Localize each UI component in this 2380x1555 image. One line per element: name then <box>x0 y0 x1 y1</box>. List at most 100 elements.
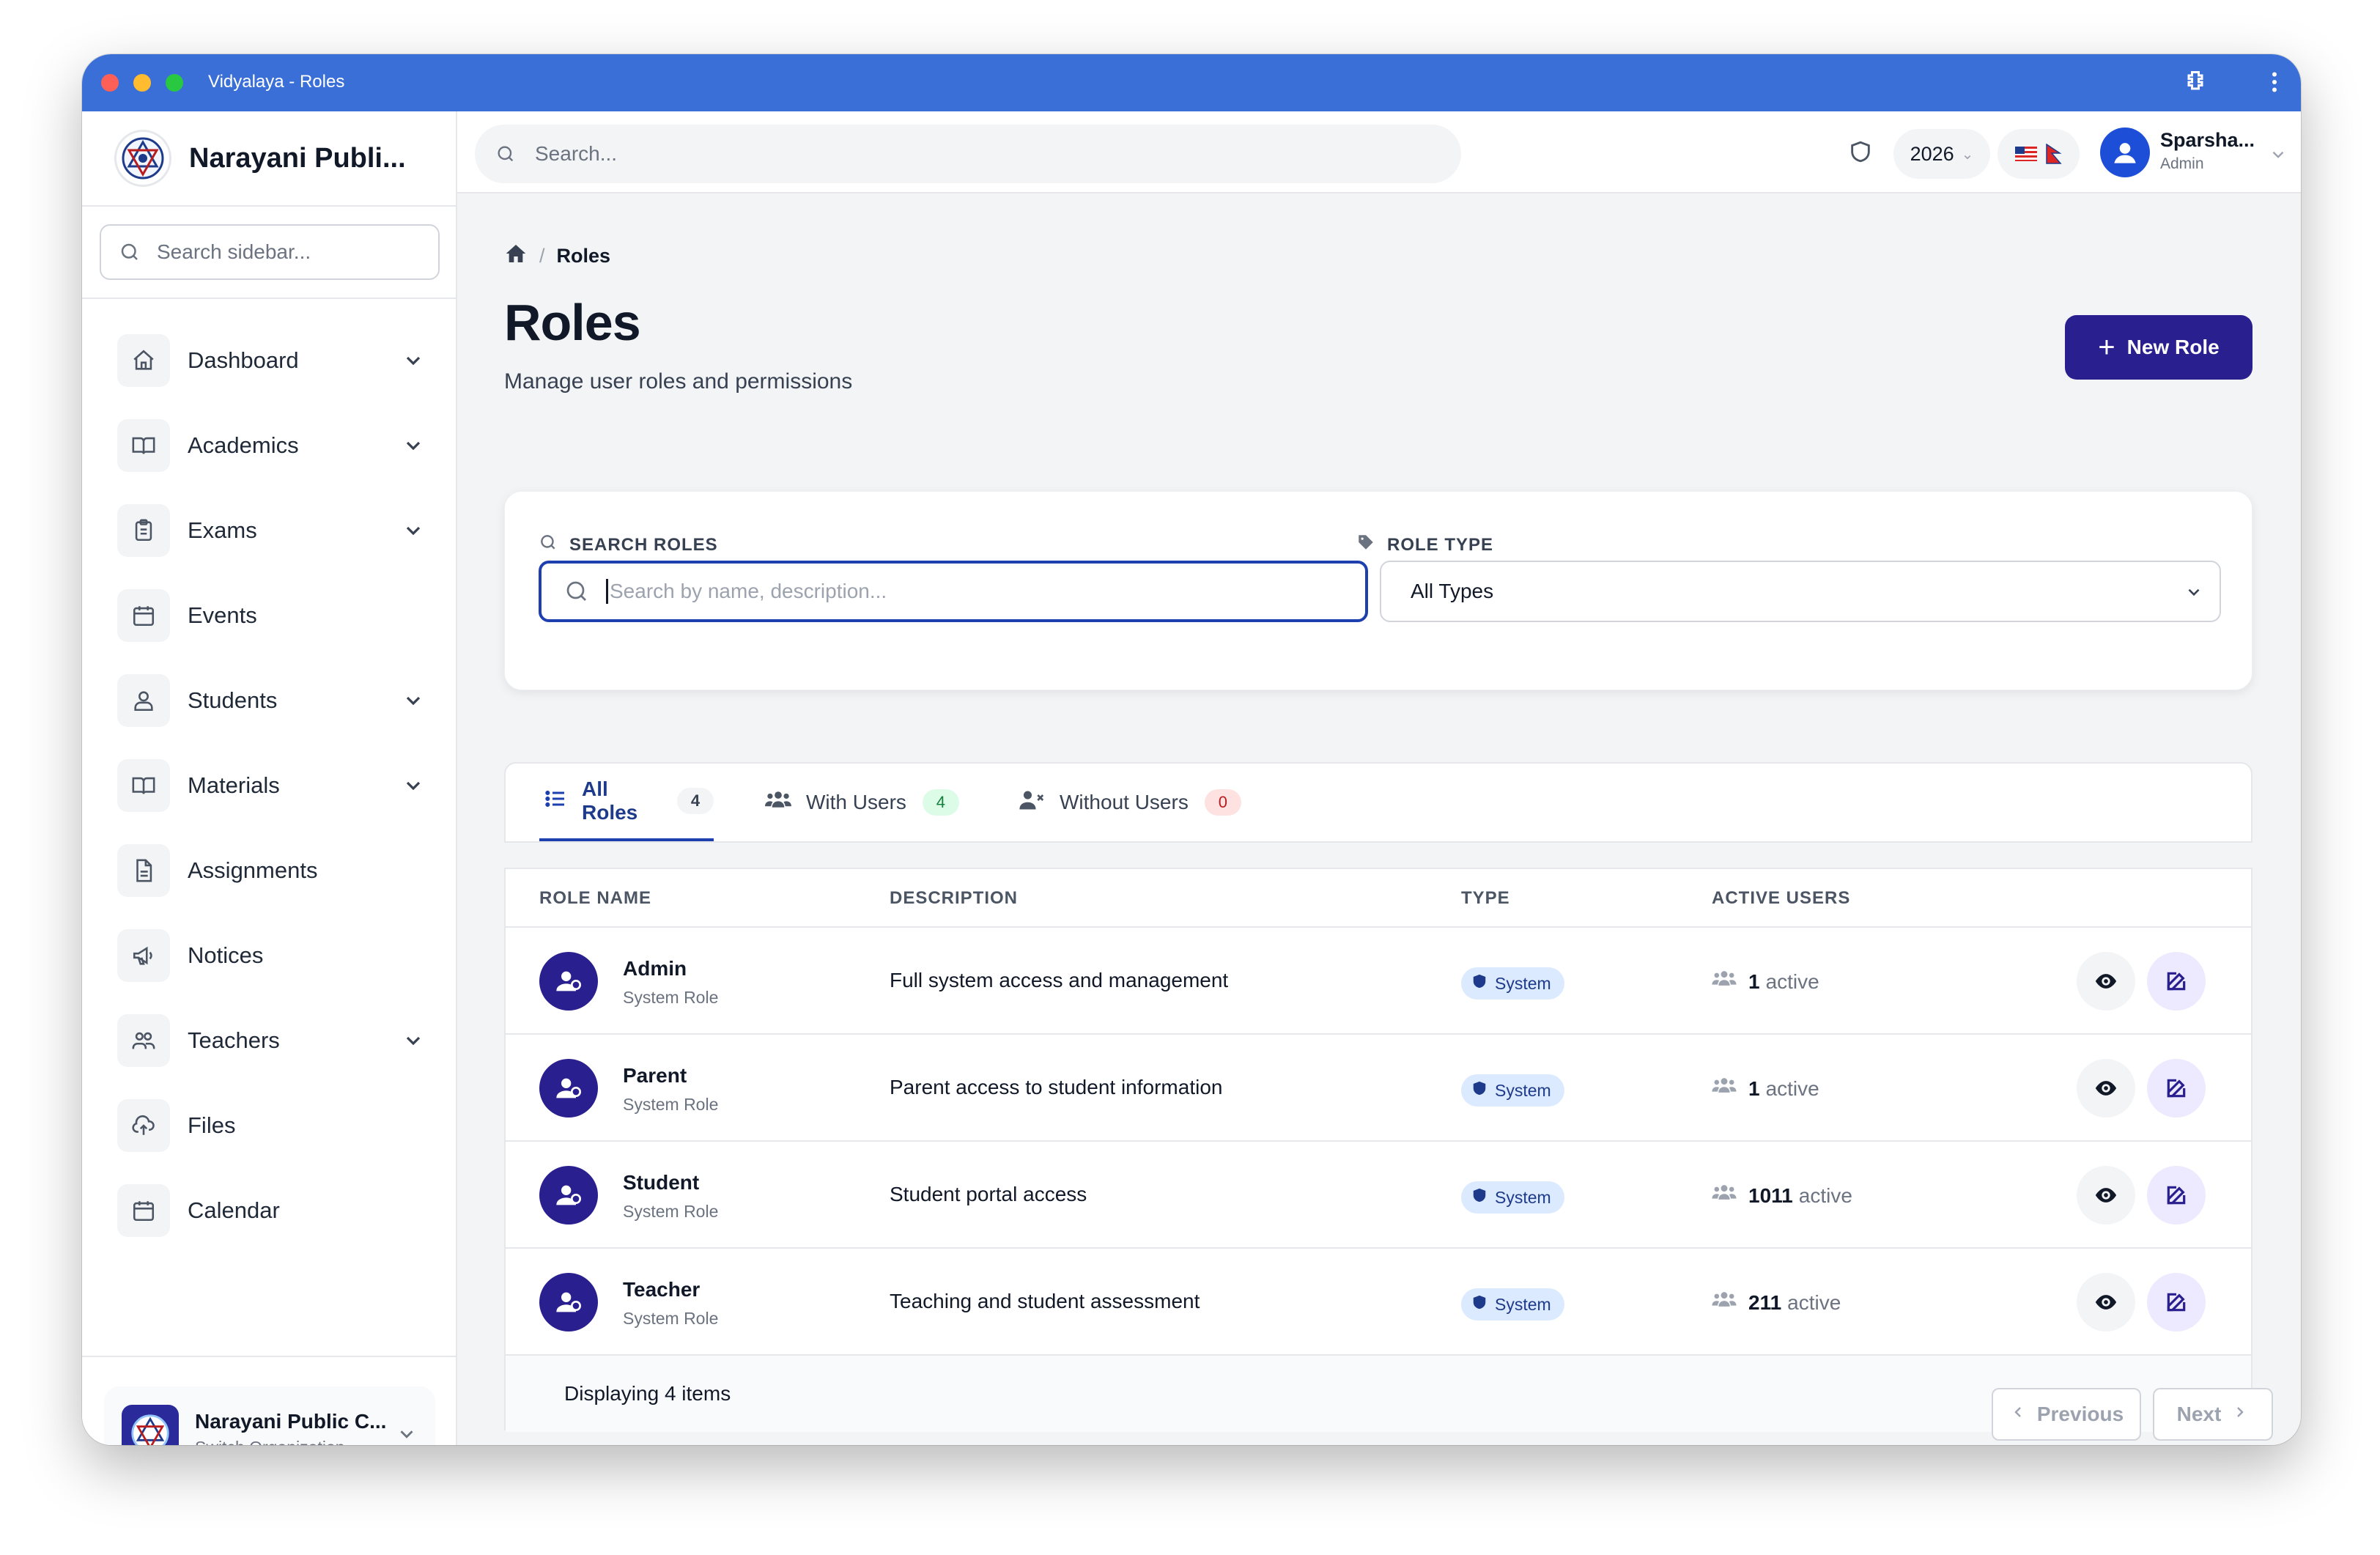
sidebar-item-exams[interactable]: Exams <box>117 501 425 560</box>
edit-role-button[interactable] <box>2147 952 2206 1011</box>
view-role-button[interactable] <box>2077 1273 2135 1331</box>
tab-without-users[interactable]: Without Users 0 <box>1019 764 1241 841</box>
us-flag-icon[interactable] <box>2015 147 2037 161</box>
sidebar-item-students[interactable]: Students <box>117 671 425 730</box>
role-name: Student <box>623 1171 700 1194</box>
table-row[interactable]: Teacher System Role Teaching and student… <box>506 1249 2251 1356</box>
user-role: Admin <box>2160 155 2204 172</box>
sidebar-item-label: Dashboard <box>188 347 299 373</box>
switch-organization-button[interactable]: Narayani Public C... Switch Organization <box>104 1386 435 1445</box>
global-search-input[interactable]: Search... <box>475 125 1461 183</box>
home-icon[interactable] <box>504 242 528 270</box>
next-page-button[interactable]: Next <box>2153 1388 2273 1441</box>
edit-role-button[interactable] <box>2147 1166 2206 1225</box>
role-avatar-icon <box>539 952 598 1011</box>
organization-name: Narayani Publi... <box>189 142 406 174</box>
active-users: 1011 active <box>1712 1183 1852 1208</box>
new-role-button[interactable]: + New Role <box>2065 315 2252 380</box>
table-row[interactable]: Parent System Role Parent access to stud… <box>506 1035 2251 1142</box>
role-subtitle: System Role <box>623 988 719 1007</box>
sidebar-item-label: Files <box>188 1112 236 1138</box>
edit-icon <box>2167 1186 2186 1205</box>
cloud-upload-icon <box>117 1099 170 1152</box>
eye-icon <box>2095 1081 2117 1096</box>
users-icon <box>765 788 791 817</box>
view-role-button[interactable] <box>2077 1059 2135 1118</box>
shield-icon <box>1471 1294 1488 1315</box>
role-tabs: All Roles 4 With Users 4 Without Users 0 <box>504 762 2252 843</box>
close-window-button[interactable] <box>101 74 119 92</box>
book-icon <box>117 759 170 812</box>
tab-count-badge: 4 <box>677 788 714 814</box>
type-badge: System <box>1461 1074 1564 1107</box>
tab-label: Without Users <box>1060 791 1189 813</box>
column-header-role-name[interactable]: ROLE NAME <box>539 888 651 909</box>
tab-all-roles[interactable]: All Roles 4 <box>539 764 714 841</box>
extension-icon[interactable] <box>2182 69 2209 99</box>
maximize-window-button[interactable] <box>166 74 183 92</box>
user-name[interactable]: Sparsha... <box>2160 129 2255 152</box>
search-icon <box>566 581 586 601</box>
divider <box>82 205 456 207</box>
role-avatar-icon <box>539 1273 598 1331</box>
view-role-button[interactable] <box>2077 1166 2135 1225</box>
column-header-active-users[interactable]: ACTIVE USERS <box>1712 888 1850 909</box>
sidebar-item-label: Students <box>188 687 278 713</box>
sidebar-item-assignments[interactable]: Assignments <box>117 841 425 900</box>
previous-page-button[interactable]: Previous <box>1992 1388 2141 1441</box>
search-roles-input[interactable]: Search by name, description... <box>539 561 1368 622</box>
edit-role-button[interactable] <box>2147 1059 2206 1118</box>
sidebar-item-dashboard[interactable]: Dashboard <box>117 331 425 390</box>
minimize-window-button[interactable] <box>133 74 151 92</box>
sidebar-item-materials[interactable]: Materials <box>117 756 425 815</box>
tab-count-badge: 0 <box>1204 789 1241 816</box>
page-subtitle: Manage user roles and permissions <box>504 369 853 394</box>
sidebar-item-calendar[interactable]: Calendar <box>117 1181 425 1240</box>
academic-year-select[interactable]: 2026 ⌄ <box>1893 129 1990 179</box>
more-vertical-icon[interactable] <box>2261 69 2288 99</box>
sidebar-item-academics[interactable]: Academics <box>117 416 425 475</box>
brand[interactable]: Narayani Publi... <box>114 126 406 191</box>
column-header-description[interactable]: DESCRIPTION <box>890 888 1018 909</box>
table-row[interactable]: Admin System Role Full system access and… <box>506 928 2251 1035</box>
chevron-down-icon: ⌄ <box>1961 146 1974 163</box>
table-footer <box>506 1356 2251 1432</box>
organization-logo-icon <box>122 1405 179 1445</box>
view-role-button[interactable] <box>2077 952 2135 1011</box>
role-type-select[interactable]: All Types <box>1380 561 2221 622</box>
chevron-down-icon[interactable] <box>2269 145 2288 168</box>
chevron-down-icon <box>396 1423 418 1445</box>
table-row[interactable]: Student System Role Student portal acces… <box>506 1142 2251 1249</box>
edit-role-button[interactable] <box>2147 1273 2206 1331</box>
role-description: Full system access and management <box>890 969 1229 991</box>
sidebar-search-input[interactable]: Search sidebar... <box>100 224 440 280</box>
sidebar: Narayani Publi... Search sidebar... Dash… <box>82 111 457 1445</box>
active-users: 1 active <box>1712 1076 1819 1101</box>
role-type-value: All Types <box>1411 580 1494 602</box>
calendar-icon <box>117 589 170 642</box>
sidebar-item-notices[interactable]: Notices <box>117 926 425 985</box>
role-description: Student portal access <box>890 1183 1087 1205</box>
title-bar: Vidyalaya - Roles <box>82 54 2301 111</box>
sidebar-item-teachers[interactable]: Teachers <box>117 1011 425 1070</box>
active-users: 1 active <box>1712 969 1819 994</box>
role-name: Teacher <box>623 1278 701 1301</box>
shield-icon[interactable] <box>1848 139 1873 168</box>
search-roles-label: SEARCH ROLES <box>539 533 718 557</box>
tab-with-users[interactable]: With Users 4 <box>765 764 959 841</box>
divider <box>82 1356 456 1357</box>
language-switcher[interactable] <box>1998 129 2080 179</box>
sidebar-item-events[interactable]: Events <box>117 586 425 645</box>
chevron-down-icon <box>402 519 425 546</box>
edit-icon <box>2167 1293 2186 1312</box>
table-header: ROLE NAME DESCRIPTION TYPE ACTIVE USERS <box>506 869 2251 928</box>
user-avatar[interactable] <box>2100 128 2150 177</box>
type-badge: System <box>1461 967 1564 1000</box>
chevron-down-icon <box>402 349 425 376</box>
column-header-type[interactable]: TYPE <box>1461 888 1510 909</box>
nepal-flag-icon[interactable] <box>2046 144 2062 164</box>
top-header: Search... 2026 ⌄ Sparsha... Admin <box>457 111 2301 193</box>
divider <box>82 298 456 299</box>
home-icon <box>117 334 170 387</box>
sidebar-item-files[interactable]: Files <box>117 1096 425 1155</box>
